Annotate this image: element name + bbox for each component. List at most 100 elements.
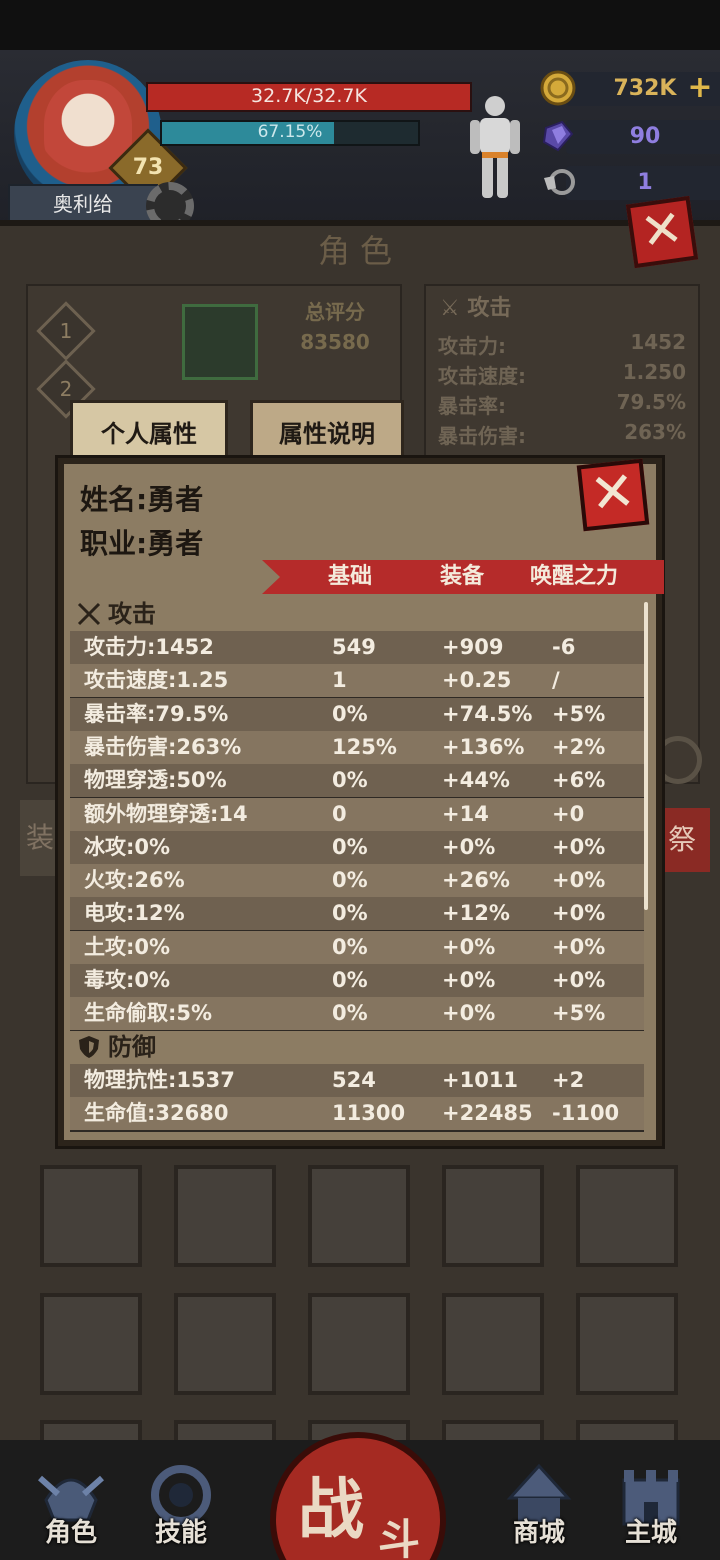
stat-label-cell: 毒攻:0% [84, 968, 171, 992]
close-modal-button[interactable]: ✕ [576, 458, 650, 532]
stat-awaken-cell: +2 [552, 1068, 585, 1092]
stat-label-cell: 攻击速度:1.25 [84, 668, 229, 692]
bg-stat-row: 攻击力: 1452 [438, 330, 686, 358]
stat-equip-cell: +0.25 [442, 668, 512, 692]
stat-awaken-cell: +0 [552, 802, 585, 826]
equip-tab[interactable]: 装 [20, 800, 60, 876]
stat-awaken-cell: +6% [552, 768, 606, 792]
stat-label-cell: 物理穿透:50% [84, 768, 227, 792]
stat-base-cell: 524 [332, 1068, 376, 1092]
ticket-resource: 1 [540, 164, 720, 200]
tower-icon[interactable] [182, 304, 258, 380]
tab-personal-attributes[interactable]: 个人属性 [70, 400, 228, 462]
hp-text: 32.7K/32.7K [251, 85, 367, 107]
inventory-slot[interactable] [308, 1165, 410, 1267]
bg-stat-row: 暴击伤害: 263% [438, 420, 686, 448]
stat-awaken-cell: -1100 [552, 1101, 620, 1125]
crossed-swords-icon [77, 602, 101, 626]
stat-equip-cell: +909 [442, 635, 504, 659]
bg-stat-row: 攻击速度: 1.250 [438, 360, 686, 388]
stat-equip-cell: +14 [442, 802, 489, 826]
nav-skills[interactable]: 技能 [126, 1512, 236, 1549]
stat-base-cell: 11300 [332, 1101, 406, 1125]
stat-equip-cell: +136% [442, 735, 525, 759]
stat-label-cell: 土攻:0% [84, 935, 171, 959]
stat-label-cell: 暴击率:79.5% [84, 702, 229, 726]
crystal-icon [542, 120, 574, 152]
stat-base-cell: 0% [332, 968, 368, 992]
gold-resource: 732K + [540, 70, 720, 106]
stat-awaken-cell: -6 [552, 635, 576, 659]
table-scrollbar[interactable] [644, 602, 648, 910]
inventory-slot[interactable] [576, 1165, 678, 1267]
class-line: 职业:勇者 [80, 527, 204, 560]
stat-awaken-cell: +5% [552, 1001, 606, 1025]
section-attack-title: 攻击 [108, 600, 156, 628]
stat-base-cell: 0% [332, 935, 368, 959]
stat-equip-cell: +0% [442, 835, 496, 859]
bg-stat-row: 暴击率: 79.5% [438, 390, 686, 418]
stat-equip-cell: +0% [442, 968, 496, 992]
stat-base-cell: 0% [332, 868, 368, 892]
armor-icon[interactable] [466, 92, 524, 202]
bg-attack-title: ⚔ 攻击 [440, 296, 512, 321]
inventory-slot[interactable] [174, 1293, 276, 1395]
nav-shop[interactable]: 商城 [484, 1512, 594, 1549]
gem-amount: 90 [629, 124, 661, 149]
section-defense-header [70, 1031, 644, 1064]
sacrifice-tab[interactable]: 祭 [654, 808, 710, 872]
stat-awaken-cell: +0% [552, 935, 606, 959]
stat-awaken-cell: / [552, 668, 560, 692]
exp-text: 67.15% [257, 122, 323, 142]
stat-base-cell: 0% [332, 901, 368, 925]
header-equip: 装备 [440, 564, 485, 589]
stat-awaken-cell: +0% [552, 868, 606, 892]
stat-base-cell: 0% [332, 1001, 368, 1025]
stat-equip-cell: +12% [442, 901, 510, 925]
stat-label-cell: 攻击力:1452 [84, 635, 214, 659]
loadout-slot-1-label: 1 [59, 319, 73, 343]
shield-icon [79, 1036, 99, 1058]
inventory-slot[interactable] [442, 1165, 544, 1267]
inventory-slot[interactable] [308, 1293, 410, 1395]
inventory-slot[interactable] [40, 1165, 142, 1267]
stat-base-cell: 1 [332, 668, 347, 692]
stat-base-cell: 0% [332, 768, 368, 792]
gold-coin-icon [540, 70, 576, 106]
fight-label-2: 斗 [378, 1515, 421, 1560]
stat-equip-cell: +26% [442, 868, 510, 892]
gem-resource: 90 [540, 118, 720, 154]
stat-label-cell: 火攻:26% [84, 868, 185, 892]
stat-equip-cell: +0% [442, 1001, 496, 1025]
stat-awaken-cell: +2% [552, 735, 606, 759]
stat-awaken-cell: +5% [552, 702, 606, 726]
player-name: 奥利给 [8, 184, 158, 224]
stat-base-cell: 0 [332, 802, 347, 826]
stat-base-cell: 0% [332, 702, 368, 726]
stat-label-cell: 生命偷取:5% [84, 1001, 213, 1025]
inventory-slot[interactable] [442, 1293, 544, 1395]
panel-title: 角色 [317, 232, 402, 270]
stat-base-cell: 549 [332, 635, 376, 659]
add-gold-button[interactable]: + [685, 70, 715, 106]
stat-label-cell: 冰攻:0% [84, 835, 171, 859]
nav-main-city[interactable]: 主城 [596, 1512, 706, 1549]
stat-equip-cell: +22485 [442, 1101, 533, 1125]
stat-equip-cell: +74.5% [442, 702, 533, 726]
score-value: 83580 [300, 330, 370, 354]
inventory-slot[interactable] [174, 1165, 276, 1267]
stat-label-cell: 生命值:32680 [84, 1101, 229, 1125]
stat-label-cell: 暴击伤害:263% [84, 735, 242, 759]
nav-role[interactable]: 角色 [16, 1512, 126, 1549]
header-base: 基础 [328, 564, 373, 589]
tab-attribute-explanation[interactable]: 属性说明 [250, 400, 404, 462]
inventory-slot[interactable] [576, 1293, 678, 1395]
score-label: 总评分 [305, 300, 365, 324]
name-line: 姓名:勇者 [80, 483, 204, 516]
stat-equip-cell: +1011 [442, 1068, 519, 1092]
close-panel-button[interactable]: ✕ [625, 195, 699, 269]
inventory-slot[interactable] [40, 1293, 142, 1395]
section-attack-header [70, 598, 644, 631]
stat-awaken-cell: +0% [552, 968, 606, 992]
stat-label-cell: 额外物理穿透:14 [84, 802, 248, 826]
